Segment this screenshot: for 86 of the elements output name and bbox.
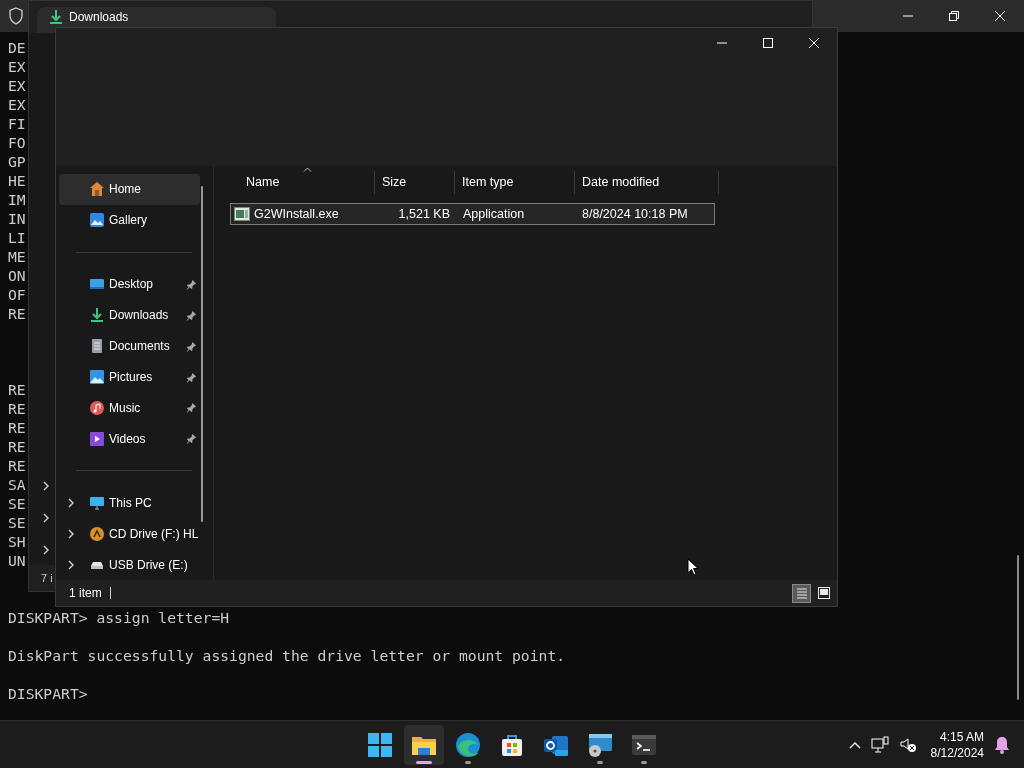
column-header[interactable]: Name (230, 171, 375, 194)
terminal-line: OF (8, 285, 26, 304)
chevron-icon[interactable] (67, 497, 75, 508)
music-icon (89, 399, 105, 416)
terminal-line: RE (8, 399, 26, 418)
pc-icon (89, 494, 105, 511)
shield-icon (8, 7, 24, 25)
terminal-line: SE (8, 494, 26, 513)
explorer-taskbar-button[interactable] (404, 724, 444, 765)
terminal-line: DISKPART> assign letter=H (8, 608, 230, 627)
file-row[interactable]: G2WInstall.exe 1,521 KB Application 8/8/2024 10:18 PM (230, 203, 715, 225)
muted-speaker-icon[interactable] (898, 735, 917, 754)
column-header[interactable]: Item type (455, 171, 575, 194)
close-icon (994, 10, 1006, 22)
terminal-line: EX (8, 95, 26, 114)
nav-item[interactable]: Pictures (59, 361, 200, 393)
restore-icon (948, 10, 960, 22)
terminal-line: ME (8, 247, 26, 266)
tab-title: Downloads (69, 9, 129, 25)
status-text: 7 i (41, 570, 53, 586)
terminal-line: SA (8, 475, 26, 494)
terminal-line: GP (8, 152, 26, 171)
terminal-line: DiskPart successfully assigned the drive letter or mount point. (8, 646, 566, 665)
details-view-button[interactable] (792, 583, 811, 603)
terminal-line: EX (8, 57, 26, 76)
nav-item[interactable]: Home (59, 174, 200, 205)
application-icon (234, 207, 250, 221)
file-date: 8/8/2024 10:18 PM (582, 205, 688, 223)
terminal-line: SH (8, 532, 26, 551)
network-icon[interactable] (870, 735, 889, 754)
start-app-icon (366, 730, 394, 759)
downloads-icon (89, 307, 105, 324)
file-size: 1,521 KB (398, 205, 450, 223)
terminal-line: SE (8, 513, 26, 532)
download-icon (49, 9, 63, 25)
nav-item[interactable]: Videos (59, 423, 200, 455)
nav-item[interactable]: Music (59, 392, 200, 424)
terminal-line: RE (8, 437, 26, 456)
file-name: G2WInstall.exe (254, 205, 339, 223)
gallery-icon (89, 212, 105, 229)
clock-date: 8/12/2024 (930, 744, 984, 761)
chevron-icon (42, 545, 50, 555)
chevron-icon (42, 513, 50, 523)
chevron-up-icon[interactable] (848, 740, 861, 749)
nav-item[interactable]: Downloads (59, 299, 200, 331)
videos-icon (89, 430, 105, 447)
column-header[interactable]: Size (375, 171, 455, 194)
bell-icon[interactable] (994, 735, 1010, 754)
tile-icon (816, 586, 831, 600)
maximize-icon (762, 37, 774, 49)
terminal-line: LI (8, 228, 26, 247)
terminal-line: UN (8, 551, 26, 570)
terminal-line: RE (8, 456, 26, 475)
file-type: Application (463, 205, 525, 223)
nav-item[interactable]: CD Drive (F:) HL (59, 518, 200, 550)
terminal-line: RE (8, 418, 26, 437)
column-header[interactable]: Date modified (575, 171, 719, 194)
chevron-icon[interactable] (67, 528, 75, 539)
chevron-icon (42, 481, 50, 491)
terminal-line: EX (8, 76, 26, 95)
terminal-line: HE (8, 171, 26, 190)
chevron-icon[interactable] (67, 559, 75, 570)
terminal-line: FI (8, 114, 26, 133)
documents-icon (89, 338, 105, 355)
nav-item[interactable]: Gallery (59, 204, 200, 236)
terminal-line: ON (8, 266, 26, 285)
terminal-line: RE (8, 380, 26, 399)
edge-app-icon (454, 730, 482, 759)
nav-item[interactable]: Documents (59, 330, 200, 362)
list-icon (794, 586, 809, 600)
nav-item[interactable]: Desktop (59, 268, 200, 300)
terminal-line: IM (8, 190, 26, 209)
nav-item[interactable]: This PC (59, 487, 200, 519)
clock-time: 4:15 AM (939, 728, 984, 745)
sort-caret-icon (303, 167, 312, 172)
close-icon (808, 37, 820, 49)
status-text: 1 item (69, 585, 102, 602)
terminal-line: DE (8, 38, 26, 57)
terminal-line: RE (8, 304, 26, 323)
home-icon (89, 181, 105, 198)
terminal-line: DISKPART> (8, 684, 88, 703)
terminal-line: FO (8, 133, 26, 152)
nav-item[interactable]: USB Drive (E:) (59, 549, 200, 581)
pointer-icon (687, 558, 699, 576)
pictures-icon (89, 369, 105, 386)
terminal-line: IN (8, 209, 26, 228)
